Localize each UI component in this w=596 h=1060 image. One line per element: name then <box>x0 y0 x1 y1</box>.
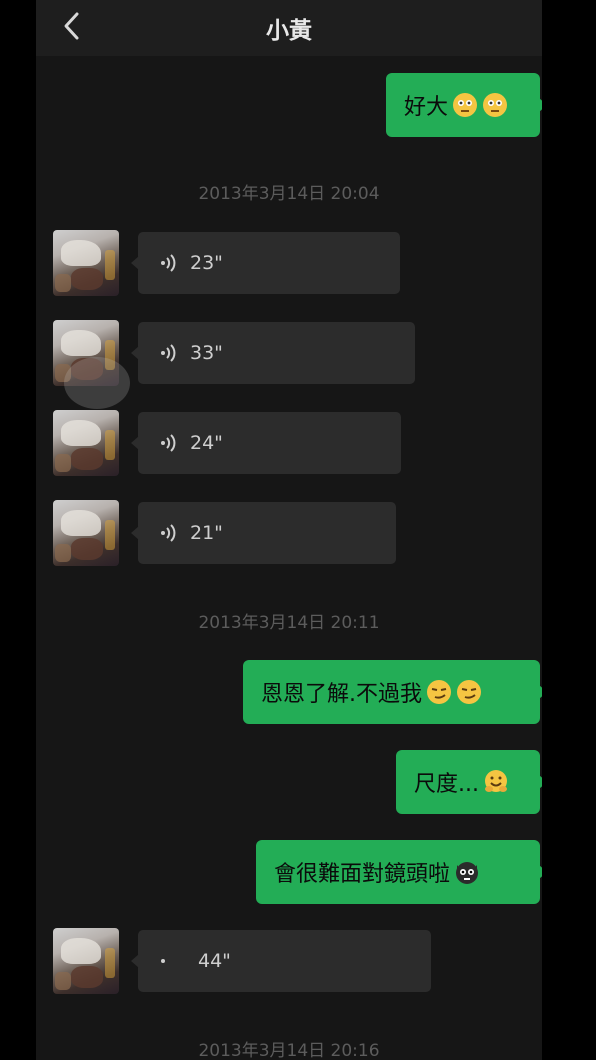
nav-bar: 小黃 <box>36 0 542 56</box>
voice-wave-icon <box>161 524 176 542</box>
avatar[interactable] <box>53 928 119 994</box>
avatar[interactable] <box>53 500 119 566</box>
voice-message-bubble[interactable]: 24" <box>131 412 401 474</box>
flushed-emoji-icon <box>483 93 508 117</box>
voice-message-bubble[interactable]: 21" <box>131 502 396 564</box>
voice-duration: 33" <box>190 342 223 364</box>
outgoing-message-bubble[interactable]: 好大 <box>386 73 542 137</box>
hug-emoji-icon <box>484 770 507 792</box>
flushed-emoji-icon <box>453 93 478 117</box>
timestamp: 2013年3月14日 20:04 <box>198 184 380 204</box>
smirk-emoji-icon <box>427 680 451 704</box>
voice-duration: 23" <box>190 252 223 274</box>
voice-duration: 44" <box>198 950 231 972</box>
voice-wave-icon <box>161 434 176 452</box>
smirk-emoji-icon <box>457 680 481 704</box>
chat-screen: 小黃 好大 2013年3月14日 20:04 23" 33" 24" 21" 2… <box>36 0 542 1060</box>
message-text: 會很難面對鏡頭啦 <box>274 862 451 887</box>
voice-message-bubble[interactable]: 33" <box>131 322 415 384</box>
voice-wave-icon <box>161 344 176 362</box>
avatar[interactable] <box>53 410 119 476</box>
voice-dot-icon <box>161 959 165 963</box>
avatar[interactable] <box>53 230 119 296</box>
cat-emoji-icon <box>456 862 479 884</box>
voice-wave-icon <box>161 254 176 272</box>
voice-message-bubble[interactable]: 44" <box>131 930 431 992</box>
voice-message-bubble[interactable]: 23" <box>131 232 400 294</box>
voice-duration: 21" <box>190 522 223 544</box>
outgoing-message-bubble[interactable]: 會很難面對鏡頭啦 <box>256 840 542 904</box>
message-text: 尺度... <box>414 772 479 797</box>
outgoing-message-bubble[interactable]: 尺度... <box>396 750 542 814</box>
chat-title: 小黃 <box>266 18 312 44</box>
message-text: 好大 <box>404 95 449 120</box>
timestamp: 2013年3月14日 20:11 <box>198 613 380 633</box>
message-text: 恩恩了解.不過我 <box>261 682 422 707</box>
touch-indicator <box>64 357 130 409</box>
outgoing-message-bubble[interactable]: 恩恩了解.不過我 <box>243 660 542 724</box>
timestamp: 2013年3月14日 20:16 <box>198 1041 380 1060</box>
voice-duration: 24" <box>190 432 223 454</box>
